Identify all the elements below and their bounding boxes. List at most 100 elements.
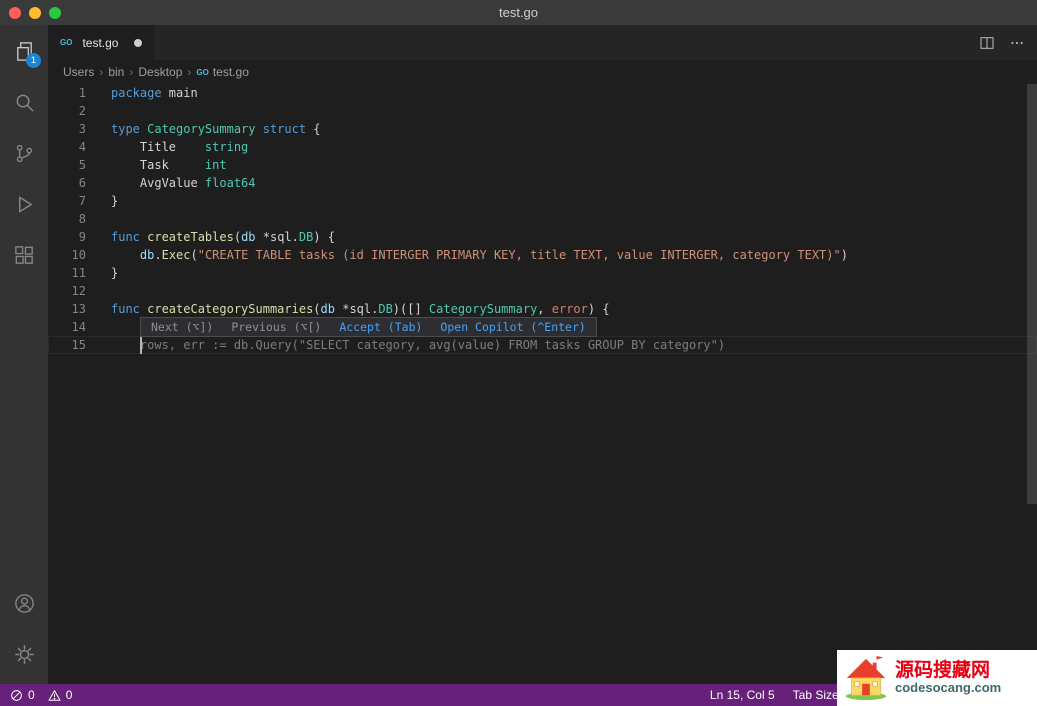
problems-indicator[interactable]: 0 0 <box>10 688 80 702</box>
breadcrumb-separator: › <box>187 65 192 79</box>
text-cursor <box>140 336 142 354</box>
activity-bar-explorer[interactable]: 1 <box>0 31 48 71</box>
code-line[interactable]: 8 <box>48 210 1037 228</box>
warning-count: 0 <box>65 688 73 702</box>
error-icon <box>11 689 22 701</box>
watermark: 源码搜藏网 codesocang.com <box>837 650 1037 706</box>
tab-modified-indicator[interactable] <box>134 38 143 47</box>
title-bar: test.go <box>0 0 1037 25</box>
watermark-site-name: 源码搜藏网 <box>895 659 991 681</box>
close-button[interactable] <box>9 6 21 19</box>
line-number: 14 <box>71 320 86 334</box>
split-editor-icon[interactable] <box>979 35 995 51</box>
more-actions-icon[interactable] <box>1009 35 1025 51</box>
activity-bar-search[interactable] <box>0 82 48 122</box>
breadcrumb-item[interactable]: Users <box>63 65 94 79</box>
code-line[interactable]: 6 AvgValue float64 <box>48 174 1037 192</box>
code-text: AvgValue float64 <box>111 176 256 190</box>
gear-icon <box>14 644 34 664</box>
go-file-icon: GO <box>196 67 209 77</box>
code-text: Title string <box>111 140 249 154</box>
code-text: } <box>111 266 119 280</box>
code-text: db.Exec("CREATE TABLE tasks (id INTERGER… <box>139 248 848 262</box>
line-number: 6 <box>78 176 86 190</box>
code-text: package main <box>111 86 198 100</box>
activity-bar-source-control[interactable] <box>0 133 48 173</box>
code-lines: 1 package main 2 3 type CategorySummary stru… <box>48 84 1037 354</box>
code-line[interactable]: 9 func createTables(db *sql.DB) { <box>48 228 1037 246</box>
activity-bar-run-debug[interactable] <box>0 184 48 224</box>
copilot-next-button[interactable]: Next (⌥]) <box>151 318 213 336</box>
vscode-window: test.go 1 GO test.go Users › bin › Deskt… <box>0 0 1037 706</box>
cursor-position-indicator[interactable]: Ln 15, Col 5 <box>710 688 775 702</box>
copilot-accept-button[interactable]: Accept (Tab) <box>339 318 422 336</box>
line-number: 4 <box>78 140 86 154</box>
line-number: 12 <box>71 284 86 298</box>
code-line[interactable]: 2 <box>48 102 1037 120</box>
code-line[interactable]: 11} <box>48 264 1037 282</box>
line-number: 7 <box>78 194 86 208</box>
extensions-icon <box>14 245 33 264</box>
code-text: func createCategorySummaries(db *sql.DB)… <box>111 302 610 316</box>
tab-size-indicator[interactable]: Tab Size: <box>793 688 842 702</box>
explorer-badge: 1 <box>26 53 41 68</box>
code-line[interactable]: 13 func createCategorySummaries(db *sql.D… <box>48 300 1037 318</box>
copilot-open-button[interactable]: Open Copilot (^Enter) <box>440 318 585 336</box>
code-editor[interactable]: 1 package main 2 3 type CategorySummary stru… <box>48 84 1037 684</box>
zoom-button[interactable] <box>49 6 61 19</box>
tab-label: test.go <box>82 35 119 50</box>
line-number: 3 <box>78 122 86 136</box>
error-count: 0 <box>28 688 35 702</box>
window-controls <box>9 6 61 19</box>
line-number: 5 <box>78 158 86 172</box>
code-line[interactable]: 1 package main <box>48 84 1037 102</box>
run-debug-icon <box>18 196 32 212</box>
copilot-previous-button[interactable]: Previous (⌥[) <box>231 318 321 336</box>
code-line[interactable]: 7} <box>48 192 1037 210</box>
line-number: 13 <box>71 302 86 316</box>
search-icon <box>16 94 34 112</box>
code-line[interactable]: 15 rows, err := db.Query("SELECT categor… <box>48 336 1037 354</box>
breadcrumb-separator: › <box>99 65 104 79</box>
account-icon <box>14 593 34 613</box>
breadcrumb-item[interactable]: bin <box>108 65 124 79</box>
code-text: } <box>111 194 119 208</box>
activity-bar-account[interactable] <box>0 583 48 623</box>
source-control-icon <box>16 144 32 162</box>
code-line[interactable]: 5 Task int <box>48 156 1037 174</box>
code-line[interactable]: 10 db.Exec("CREATE TABLE tasks (id INTER… <box>48 246 1037 264</box>
activity-bar: 1 <box>0 25 48 684</box>
line-number: 9 <box>78 230 86 244</box>
line-number: 2 <box>78 104 86 118</box>
minimize-button[interactable] <box>29 6 41 19</box>
line-number: 8 <box>78 212 86 226</box>
breadcrumb-item[interactable]: test.go <box>213 65 249 79</box>
code-text: Task int <box>111 158 227 172</box>
go-file-icon: GO <box>60 38 73 47</box>
line-number: 10 <box>71 248 86 262</box>
line-number: 15 <box>71 338 86 352</box>
code-text: rows, err := db.Query("SELECT category, … <box>111 338 726 352</box>
activity-bar-extensions[interactable] <box>0 235 48 275</box>
house-logo-icon <box>845 655 887 701</box>
code-line[interactable]: 3 type CategorySummary struct { <box>48 120 1037 138</box>
watermark-site-url: codesocang.com <box>895 680 1002 696</box>
breadcrumb-items: Users › bin › Desktop › GO test.go <box>63 65 249 79</box>
editor-scrollbar[interactable] <box>1027 84 1037 504</box>
code-line[interactable]: 12 <box>48 282 1037 300</box>
breadcrumb-item[interactable]: Desktop <box>138 65 182 79</box>
window-title: test.go <box>498 5 539 20</box>
code-line[interactable]: 4 Title string <box>48 138 1037 156</box>
code-text: func createTables(db *sql.DB) { <box>111 230 336 244</box>
breadcrumb-separator: › <box>129 65 134 79</box>
tab-bar: GO test.go <box>48 25 1037 60</box>
tab-test-go[interactable]: GO test.go <box>48 25 155 60</box>
line-number: 11 <box>71 266 86 280</box>
breadcrumb: Users › bin › Desktop › GO test.go <box>48 60 1037 84</box>
activity-bar-settings[interactable] <box>0 634 48 674</box>
copilot-suggestion-toolbar: Next (⌥]) Previous (⌥[) Accept (Tab) Ope… <box>140 317 597 337</box>
